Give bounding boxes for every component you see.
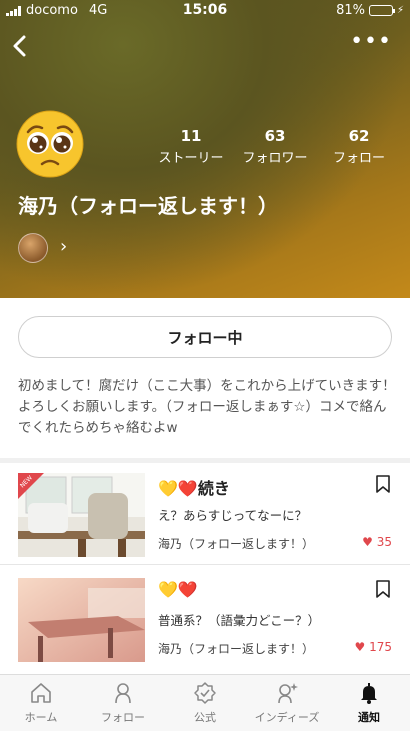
tab-indies-label: インディーズ	[254, 711, 320, 724]
tab-follow-label: フォロー	[101, 711, 145, 724]
tab-home-label: ホーム	[24, 711, 58, 724]
user-badge-icon[interactable]	[18, 233, 48, 263]
stat-stories[interactable]: 11 ストーリー	[146, 127, 236, 166]
story-description: え？あらすじってなーに？	[158, 508, 308, 523]
profile-body: フォロー中 初めまして！腐だけ（ここ大事）をこれから上げていきます！よろしくお願…	[0, 298, 410, 674]
stat-following-value: 62	[348, 127, 370, 145]
stat-stories-label: ストーリー	[158, 151, 224, 166]
tab-notifications-label: 通知	[358, 711, 380, 724]
story-description: 普通系？（語彙力どこー？）	[158, 613, 321, 628]
story-title: 💛❤️続き	[158, 479, 230, 498]
home-icon	[31, 683, 51, 703]
story-author: 海乃（フォロー返します！）	[158, 642, 315, 656]
indies-icon	[278, 683, 298, 704]
stat-followers[interactable]: 63 フォロワー	[230, 127, 320, 166]
bell-icon	[361, 683, 377, 704]
stat-followers-value: 63	[264, 127, 286, 145]
stat-stories-value: 11	[180, 127, 202, 145]
profile-name: 海乃（フォロー返します！）	[18, 194, 278, 218]
following-button[interactable]: フォロー中	[18, 316, 392, 358]
story-item[interactable]: 💛❤️ 普通系？（語彙力どこー？） 海乃（フォロー返します！） ♥ 175	[0, 568, 410, 672]
bookmark-icon[interactable]	[376, 475, 390, 493]
profile-bio: 初めまして！腐だけ（ここ大事）をこれから上げていきます！よろしくお願いします。（…	[18, 378, 396, 436]
verified-badge-icon	[194, 682, 216, 704]
tab-home[interactable]: ホーム	[0, 681, 82, 725]
heart-icon: ♥	[362, 535, 373, 549]
tab-official[interactable]: 公式	[164, 681, 246, 725]
story-author: 海乃（フォロー返します！）	[158, 537, 315, 551]
stat-followers-label: フォロワー	[242, 151, 308, 166]
status-bar: docomo 4G 15:06 81% ⚡	[0, 0, 410, 22]
battery-icon	[368, 5, 395, 16]
tab-official-label: 公式	[194, 711, 216, 724]
story-likes: ♥ 175	[355, 640, 393, 654]
tab-indies[interactable]: インディーズ	[246, 681, 328, 725]
avatar	[16, 110, 84, 178]
story-item[interactable]: NEW 💛❤️続き え？あらすじってなーに？ 海乃（フォロー返します！） ♥ 3…	[0, 463, 410, 567]
story-likes: ♥ 35	[362, 535, 392, 549]
story-thumbnail	[18, 578, 145, 662]
story-separator	[0, 564, 410, 565]
profile-header: docomo 4G 15:06 81% ⚡ ••• 11 ストーリー 63 フォ…	[0, 0, 410, 298]
back-arrow-icon[interactable]	[10, 34, 30, 58]
new-ribbon-icon: NEW	[18, 473, 44, 499]
story-thumbnail: NEW	[18, 473, 145, 557]
stat-following-label: フォロー	[332, 151, 385, 166]
story-title: 💛❤️	[158, 580, 198, 599]
story-likes-count: 175	[369, 640, 392, 654]
story-likes-count: 35	[376, 535, 392, 549]
tab-follow[interactable]: フォロー	[82, 681, 164, 725]
heart-icon: ♥	[354, 640, 366, 654]
tab-notifications[interactable]: 通知	[328, 681, 410, 725]
bookmark-icon[interactable]	[376, 580, 390, 598]
stat-following[interactable]: 62 フォロー	[314, 127, 404, 166]
charging-icon: ⚡	[396, 5, 404, 16]
chevron-right-icon[interactable]: ›	[60, 236, 67, 257]
battery-percent: 81%	[336, 3, 365, 18]
person-icon	[115, 683, 131, 704]
bottom-tab-bar: ホーム フォロー 公式 インディーズ 通知	[0, 674, 410, 731]
more-options-icon[interactable]: •••	[350, 31, 392, 53]
